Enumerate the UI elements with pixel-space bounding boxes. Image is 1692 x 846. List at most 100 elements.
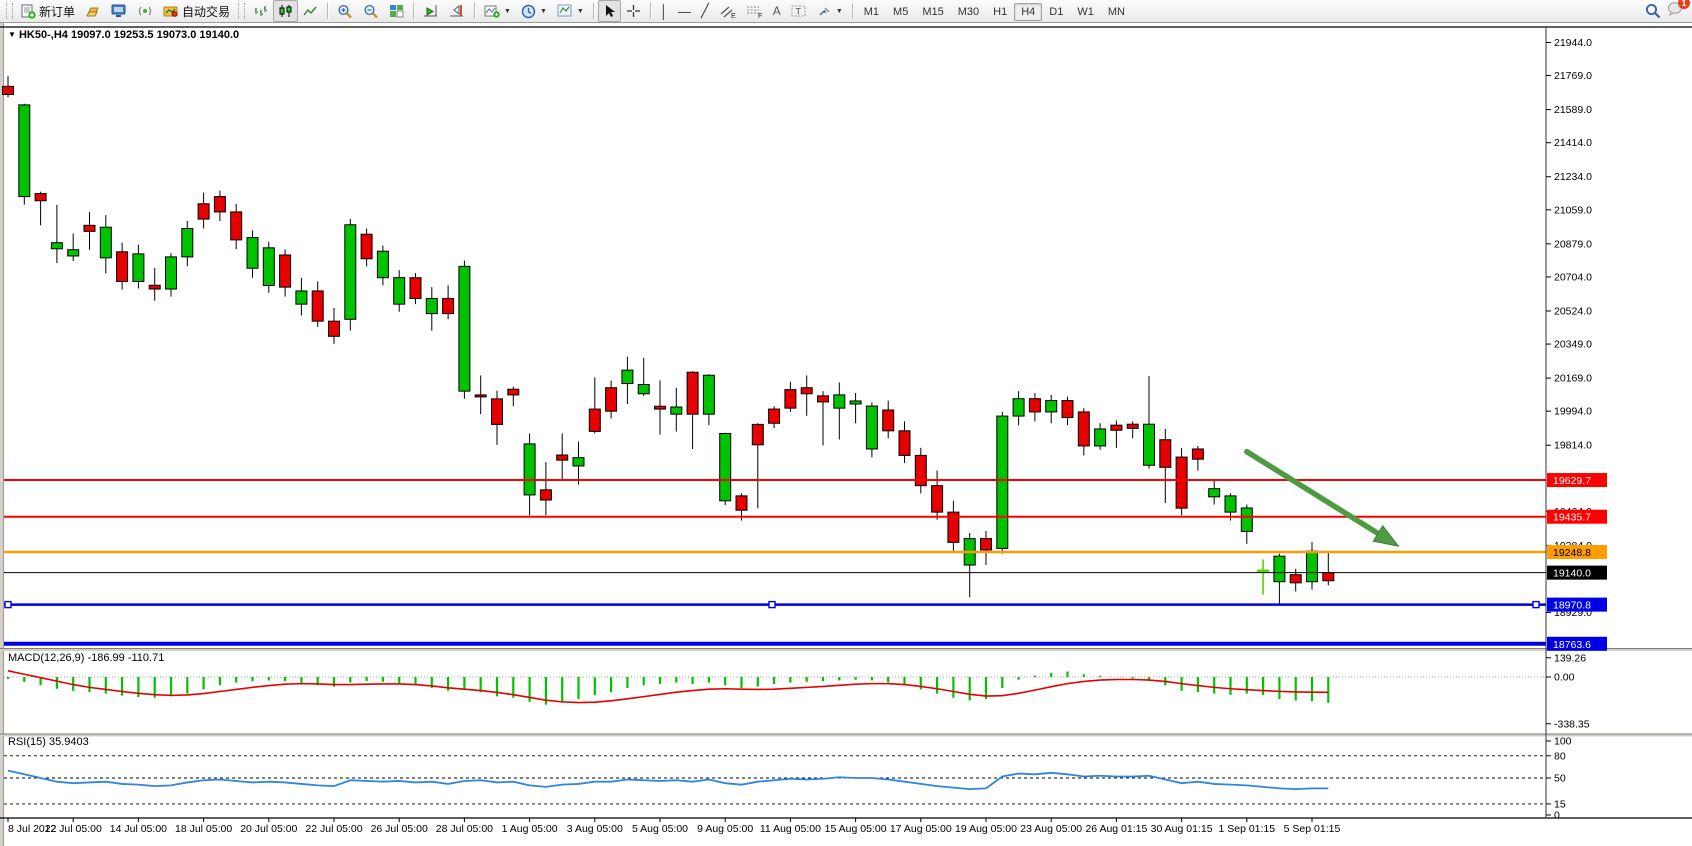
price-tick-label: 20349.0 <box>1554 339 1592 351</box>
chart-canvas[interactable]: 21944.021769.021589.021414.021234.021059… <box>0 0 1692 846</box>
candle-body <box>117 252 128 282</box>
candle-body <box>394 278 405 304</box>
time-tick-label: 20 Jul 05:00 <box>240 823 297 835</box>
candle-body <box>524 444 535 495</box>
time-tick-label: 3 Aug 05:00 <box>567 823 623 835</box>
candle-body <box>997 416 1008 548</box>
rsi-tick-label: 0 <box>1554 810 1560 822</box>
candle-body <box>638 385 649 394</box>
window-edge <box>0 23 3 846</box>
candle-body <box>834 395 845 408</box>
candle-body <box>1323 573 1334 581</box>
candle-body <box>1013 399 1024 416</box>
macd-indicator-label: MACD(12,26,9) -186.99 -110.71 <box>8 652 164 664</box>
candle-body <box>410 278 421 299</box>
candle-body <box>68 250 79 256</box>
price-tick-label: 21944.0 <box>1554 37 1592 49</box>
line-handle[interactable] <box>1533 602 1539 608</box>
candle-body <box>606 388 617 411</box>
candle-body <box>1192 449 1203 459</box>
candle-body <box>35 194 46 201</box>
price-tick-label: 19814.0 <box>1554 440 1592 452</box>
candle-body <box>1209 489 1220 497</box>
candle-body <box>981 539 992 550</box>
candle-body <box>247 238 258 269</box>
price-badge-label: 19248.8 <box>1553 547 1591 559</box>
candle-body <box>492 399 503 425</box>
one-click-trading-arrow-icon[interactable]: ▼ <box>8 30 16 39</box>
price-tick-label: 21234.0 <box>1554 171 1592 183</box>
candle-body <box>818 396 829 402</box>
candle-body <box>1290 575 1301 583</box>
candle-body <box>1078 412 1089 446</box>
macd-tick-label: -338.35 <box>1554 718 1590 730</box>
rsi-tick-label: 80 <box>1554 750 1566 762</box>
price-tick-label: 19994.0 <box>1554 406 1592 418</box>
candle-body <box>345 225 356 320</box>
time-tick-label: 26 Aug 01:15 <box>1085 823 1147 835</box>
time-tick-label: 12 Jul 05:00 <box>45 823 102 835</box>
price-badge-label: 18763.6 <box>1553 639 1591 651</box>
candle-body <box>736 496 747 510</box>
candle-body <box>573 458 584 466</box>
candle-body <box>1111 425 1122 430</box>
candle-body <box>932 486 943 512</box>
candle-body <box>720 433 731 500</box>
candle-body <box>1062 401 1073 418</box>
candle-body <box>769 409 780 423</box>
candle-body <box>459 266 470 391</box>
candle-body <box>198 204 209 219</box>
candle-body <box>19 105 30 197</box>
time-tick-label: 23 Aug 05:00 <box>1020 823 1082 835</box>
time-tick-label: 14 Jul 05:00 <box>110 823 167 835</box>
candle-body <box>182 229 193 257</box>
time-tick-label: 15 Aug 05:00 <box>825 823 887 835</box>
panel-splitter[interactable] <box>0 649 1692 651</box>
rsi-indicator-label: RSI(15) 35.9403 <box>8 736 89 748</box>
candle-body <box>801 388 812 394</box>
candle-body <box>1029 399 1040 412</box>
rsi-tick-label: 100 <box>1554 736 1572 748</box>
macd-tick-label: 0.00 <box>1554 672 1575 684</box>
candle-body <box>443 298 454 313</box>
candle-body <box>703 375 714 414</box>
time-tick-label: 1 Sep 01:15 <box>1218 823 1275 835</box>
symbol-ohlc: 19097.0 19253.5 19073.0 19140.0 <box>71 29 239 41</box>
time-tick-label: 5 Aug 05:00 <box>632 823 688 835</box>
candle-body <box>166 257 177 289</box>
price-tick-label: 20704.0 <box>1554 271 1592 283</box>
candle-body <box>231 212 242 240</box>
line-handle[interactable] <box>5 602 11 608</box>
candle-body <box>752 424 763 444</box>
candle-body <box>687 372 698 414</box>
macd-tick-label: 139.26 <box>1554 652 1586 664</box>
candle-body <box>785 390 796 409</box>
candle-body <box>263 248 274 286</box>
rsi-tick-label: 50 <box>1554 773 1566 785</box>
candle-body <box>1127 424 1138 428</box>
candle-body <box>426 298 437 313</box>
line-handle[interactable] <box>769 602 775 608</box>
price-badge-label: 19435.7 <box>1553 512 1591 524</box>
trading-terminal: 新订单 自动交易 <box>0 0 1692 846</box>
time-tick-label: 18 Jul 05:00 <box>175 823 232 835</box>
candle-body <box>329 321 340 336</box>
candle-body <box>1144 424 1155 465</box>
candle-body <box>1241 508 1252 531</box>
candle-body <box>671 407 682 414</box>
price-badge-label: 19140.0 <box>1553 568 1591 580</box>
panel-splitter[interactable] <box>0 735 1692 737</box>
candle-body <box>899 431 910 456</box>
symbol-title-line: ▼ HK50-,H4 19097.0 19253.5 19073.0 19140… <box>8 29 239 41</box>
price-tick-label: 20879.0 <box>1554 238 1592 250</box>
symbol-title: HK50-,H4 <box>19 29 68 41</box>
candle-body <box>1225 496 1236 512</box>
candle-body <box>214 197 225 212</box>
candle-body <box>850 401 861 404</box>
candle-body <box>361 234 372 259</box>
candle-body <box>3 86 14 94</box>
price-tick-label: 20169.0 <box>1554 373 1592 385</box>
candle-body <box>1274 556 1285 582</box>
time-tick-label: 17 Aug 05:00 <box>890 823 952 835</box>
time-tick-label: 30 Aug 01:15 <box>1151 823 1213 835</box>
